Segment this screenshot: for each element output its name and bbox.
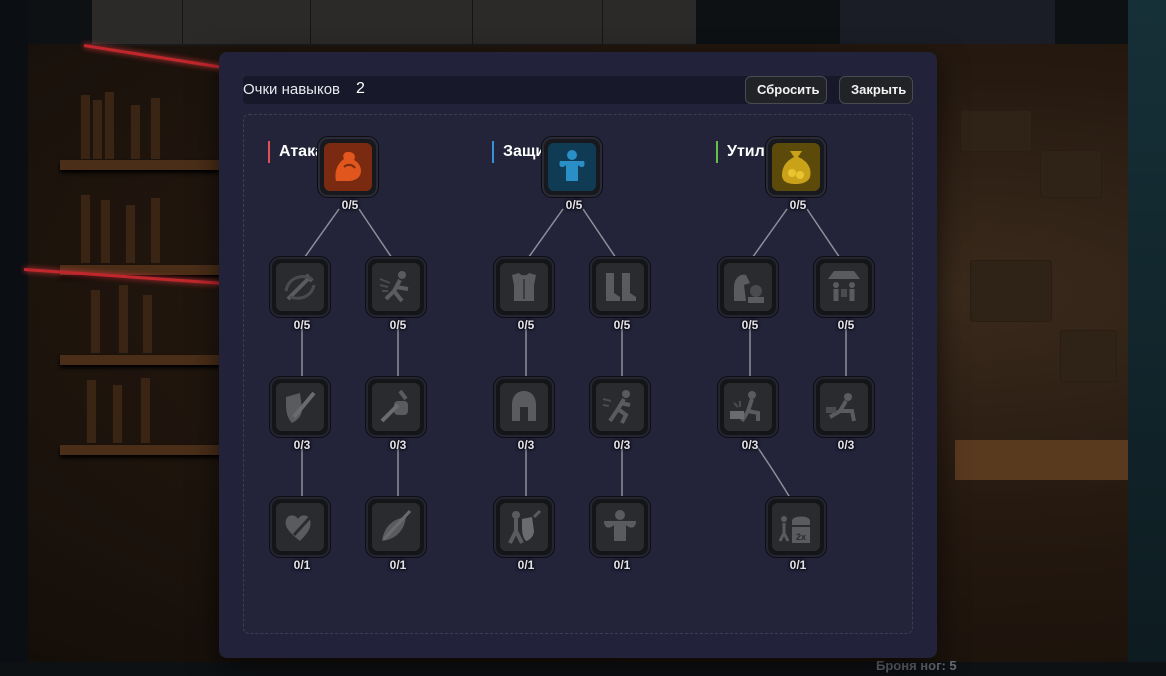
- skill-attack-3a[interactable]: 0/1: [270, 497, 330, 572]
- book: [142, 295, 152, 353]
- top-wall: [92, 0, 696, 46]
- skill-level: 0/5: [517, 318, 535, 332]
- strong-man-icon: [559, 150, 585, 181]
- top-right-panel: [840, 0, 1055, 44]
- book: [150, 98, 160, 159]
- skill-attack-2b[interactable]: 0/3: [366, 377, 426, 452]
- boots-icon: [606, 273, 636, 301]
- left-edge: [0, 0, 28, 676]
- running-dodge-icon: [602, 390, 631, 424]
- sword-spin-icon: [284, 273, 316, 301]
- skill-defense-2a[interactable]: 0/3: [494, 377, 554, 452]
- leg-armor-stat: Броня ног: 5: [876, 658, 957, 673]
- skill-utility-3[interactable]: 2x 0/1: [766, 497, 826, 572]
- skill-level: 0/5: [789, 198, 807, 212]
- wall-stone: [970, 260, 1052, 322]
- flexed-biceps-icon: [335, 151, 361, 181]
- branch-title-defense: Защита: [492, 141, 549, 163]
- wooden-table: [955, 440, 1128, 480]
- book: [125, 205, 135, 263]
- book: [90, 290, 100, 353]
- skill-level: 0/1: [293, 558, 311, 572]
- skill-level: 0/3: [293, 438, 311, 452]
- skill-level: 0/5: [341, 198, 359, 212]
- book: [80, 195, 90, 263]
- skill-points-value: 2: [356, 80, 365, 97]
- wall-stone: [960, 110, 1032, 152]
- skill-utility-1a[interactable]: 0/5: [718, 257, 778, 332]
- helmet-icon: [512, 391, 536, 421]
- skill-level: 0/1: [613, 558, 631, 572]
- skill-level: 0/5: [565, 198, 583, 212]
- book: [80, 95, 90, 159]
- book: [150, 198, 160, 263]
- chest-armor-icon: [512, 273, 536, 301]
- muscle-body-icon: [604, 510, 636, 541]
- fist-dagger-icon: [380, 389, 408, 423]
- book: [104, 92, 114, 159]
- right-edge: [1128, 0, 1166, 676]
- branch-title-utility: Утилиты: [716, 141, 773, 163]
- skill-level: 0/3: [613, 438, 631, 452]
- bottom-edge: [0, 662, 1166, 676]
- skill-level: 0/1: [789, 558, 807, 572]
- skill-level: 0/5: [613, 318, 631, 332]
- skill-defense-3b[interactable]: 0/1: [590, 497, 650, 572]
- skill-level: 0/5: [293, 318, 311, 332]
- svg-text:2x: 2x: [796, 532, 806, 542]
- skill-utility-2a[interactable]: 0/3: [718, 377, 778, 452]
- deflect-warrior-icon: [508, 509, 542, 544]
- skill-level: 0/5: [741, 318, 759, 332]
- skill-points-label: Очки навыков: [243, 81, 341, 98]
- skill-defense-3a[interactable]: 0/1: [494, 497, 554, 572]
- sword-shield-icon: [286, 391, 316, 423]
- skill-utility-1b[interactable]: 0/5: [814, 257, 874, 332]
- skill-level: 0/5: [389, 318, 407, 332]
- book: [92, 100, 102, 159]
- skill-level: 0/3: [837, 438, 855, 452]
- bookshelf: [60, 445, 220, 455]
- skill-tree-modal: Очки навыков 2 Сбросить Закрыть Атака За…: [219, 52, 937, 658]
- skill-tree-area: Атака Защита Утилиты 0/5 0/5: [243, 114, 913, 634]
- loot-kneel-icon: [826, 393, 856, 422]
- bookshelf: [60, 160, 220, 170]
- book: [140, 378, 150, 443]
- close-button[interactable]: Закрыть: [839, 76, 913, 104]
- wall-stone: [1040, 150, 1102, 198]
- reset-button[interactable]: Сбросить: [745, 76, 827, 104]
- book: [100, 200, 110, 263]
- skill-level: 0/3: [389, 438, 407, 452]
- branch-title-attack: Атака: [268, 141, 325, 163]
- bookshelf: [60, 355, 220, 365]
- hand-coin-icon: [734, 274, 764, 303]
- skill-attack-2a[interactable]: 0/3: [270, 377, 330, 452]
- skill-defense-2b[interactable]: 0/3: [590, 377, 650, 452]
- skill-attack-3b[interactable]: 0/1: [366, 497, 426, 572]
- piercing-leaf-icon: [382, 509, 412, 541]
- skill-attack-1a[interactable]: 0/5: [270, 257, 330, 332]
- skill-level: 0/3: [741, 438, 759, 452]
- skill-defense-1b[interactable]: 0/5: [590, 257, 650, 332]
- book: [130, 105, 140, 159]
- treasure-chest-2x-icon: 2x: [778, 516, 810, 543]
- wall-stone: [1060, 330, 1117, 382]
- skill-defense-1a[interactable]: 0/5: [494, 257, 554, 332]
- book: [118, 285, 128, 353]
- skill-level: 0/3: [517, 438, 535, 452]
- skill-utility-root[interactable]: 0/5: [766, 137, 826, 212]
- skill-attack-1b[interactable]: 0/5: [366, 257, 426, 332]
- skill-utility-2b[interactable]: 0/3: [814, 377, 874, 452]
- skill-attack-root[interactable]: 0/5: [318, 137, 378, 212]
- market-stall-icon: [828, 271, 860, 301]
- skill-level: 0/1: [389, 558, 407, 572]
- skill-defense-root[interactable]: 0/5: [542, 137, 602, 212]
- skill-level: 0/5: [837, 318, 855, 332]
- dodge-strike-icon: [379, 271, 409, 303]
- skill-level: 0/1: [517, 558, 535, 572]
- crafting-anvil-icon: [730, 391, 760, 423]
- heart-sword-icon: [285, 511, 316, 541]
- gold-sack-icon: [782, 151, 811, 184]
- book: [86, 380, 96, 443]
- book: [112, 385, 122, 443]
